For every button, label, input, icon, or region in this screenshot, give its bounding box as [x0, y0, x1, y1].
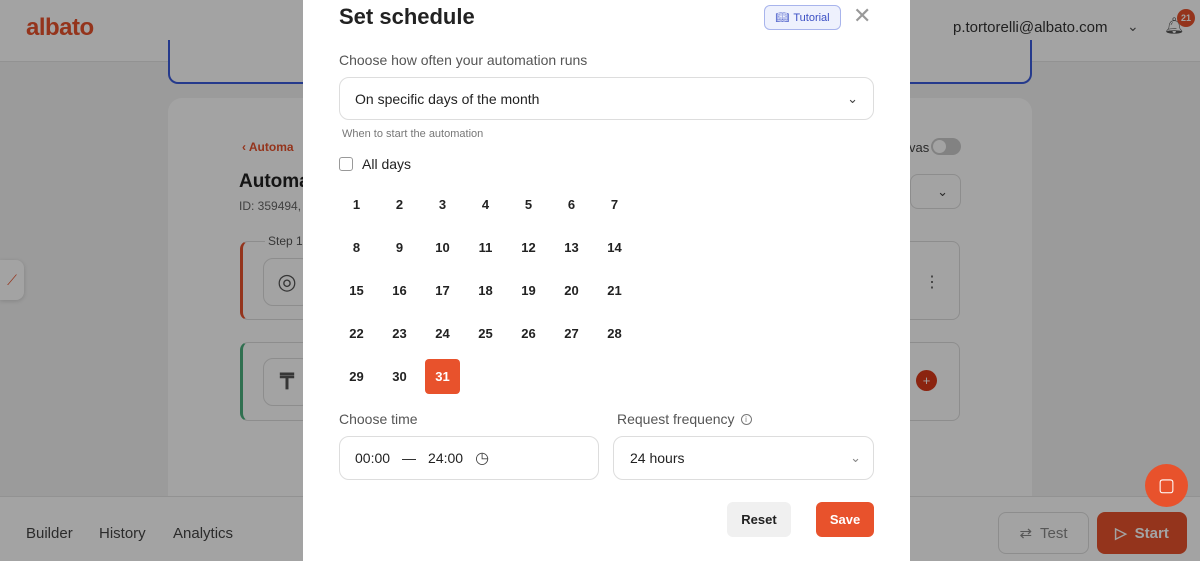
day-25[interactable]: 25 [468, 316, 503, 351]
day-18[interactable]: 18 [468, 273, 503, 308]
time-range-input[interactable]: 00:00 — 24:00 ◷ [339, 436, 599, 480]
day-26[interactable]: 26 [511, 316, 546, 351]
day-29[interactable]: 29 [339, 359, 374, 394]
reset-button[interactable]: Reset [727, 502, 791, 537]
day-13[interactable]: 13 [554, 230, 589, 265]
day-15[interactable]: 15 [339, 273, 374, 308]
tutorial-button[interactable]: 📖︎ Tutorial [764, 5, 841, 30]
day-12[interactable]: 12 [511, 230, 546, 265]
clock-icon: ◷ [475, 450, 490, 467]
day-1[interactable]: 1 [339, 187, 374, 222]
request-frequency-text: Request frequency [617, 411, 735, 427]
day-8[interactable]: 8 [339, 230, 374, 265]
day-16[interactable]: 16 [382, 273, 417, 308]
chat-button[interactable]: ▢ [1145, 464, 1188, 507]
all-days-checkbox-row[interactable]: All days [339, 156, 411, 172]
day-21[interactable]: 21 [597, 273, 632, 308]
save-button[interactable]: Save [816, 502, 874, 537]
time-separator: — [402, 450, 417, 466]
day-grid: 1 2 3 4 5 6 7 8 9 10 11 12 13 14 15 16 17 18 19 20 21 22 23 24 2… [339, 187, 632, 394]
day-6[interactable]: 6 [554, 187, 589, 222]
request-frequency-select[interactable]: 24 hours ⌄ [613, 436, 874, 480]
request-frequency-value: 24 hours [630, 450, 685, 466]
chevron-down-icon: ⌄ [850, 450, 861, 465]
day-22[interactable]: 22 [339, 316, 374, 351]
day-9[interactable]: 9 [382, 230, 417, 265]
day-20[interactable]: 20 [554, 273, 589, 308]
frequency-value: On specific days of the month [355, 90, 540, 107]
day-7[interactable]: 7 [597, 187, 632, 222]
close-icon[interactable]: ✕ [853, 4, 871, 28]
frequency-hint: When to start the automation [342, 128, 484, 140]
time-to[interactable]: 24:00 [428, 450, 463, 466]
modal-title: Set schedule [339, 4, 475, 29]
book-icon: 📖︎ [775, 12, 790, 24]
all-days-checkbox[interactable] [339, 157, 353, 171]
day-10[interactable]: 10 [425, 230, 460, 265]
day-17[interactable]: 17 [425, 273, 460, 308]
day-30[interactable]: 30 [382, 359, 417, 394]
request-frequency-label: Request frequency i [617, 411, 752, 427]
chat-icon: ▢ [1157, 475, 1175, 495]
day-2[interactable]: 2 [382, 187, 417, 222]
frequency-select[interactable]: On specific days of the month ⌄ [339, 77, 874, 120]
day-31[interactable]: 31 [425, 359, 460, 394]
frequency-question: Choose how often your automation runs [339, 52, 588, 68]
info-icon[interactable]: i [740, 413, 752, 425]
chevron-down-icon: ⌄ [847, 90, 858, 106]
day-23[interactable]: 23 [382, 316, 417, 351]
day-4[interactable]: 4 [468, 187, 503, 222]
day-24[interactable]: 24 [425, 316, 460, 351]
day-27[interactable]: 27 [554, 316, 589, 351]
day-11[interactable]: 11 [468, 230, 503, 265]
time-label: Choose time [339, 411, 418, 427]
day-5[interactable]: 5 [511, 187, 546, 222]
time-from[interactable]: 00:00 [355, 450, 390, 466]
day-14[interactable]: 14 [597, 230, 632, 265]
day-19[interactable]: 19 [511, 273, 546, 308]
tutorial-label: Tutorial [793, 11, 830, 24]
schedule-modal: Set schedule 📖︎ Tutorial ✕ Choose how of… [303, 0, 910, 561]
day-28[interactable]: 28 [597, 316, 632, 351]
day-3[interactable]: 3 [425, 187, 460, 222]
all-days-label: All days [362, 156, 412, 172]
